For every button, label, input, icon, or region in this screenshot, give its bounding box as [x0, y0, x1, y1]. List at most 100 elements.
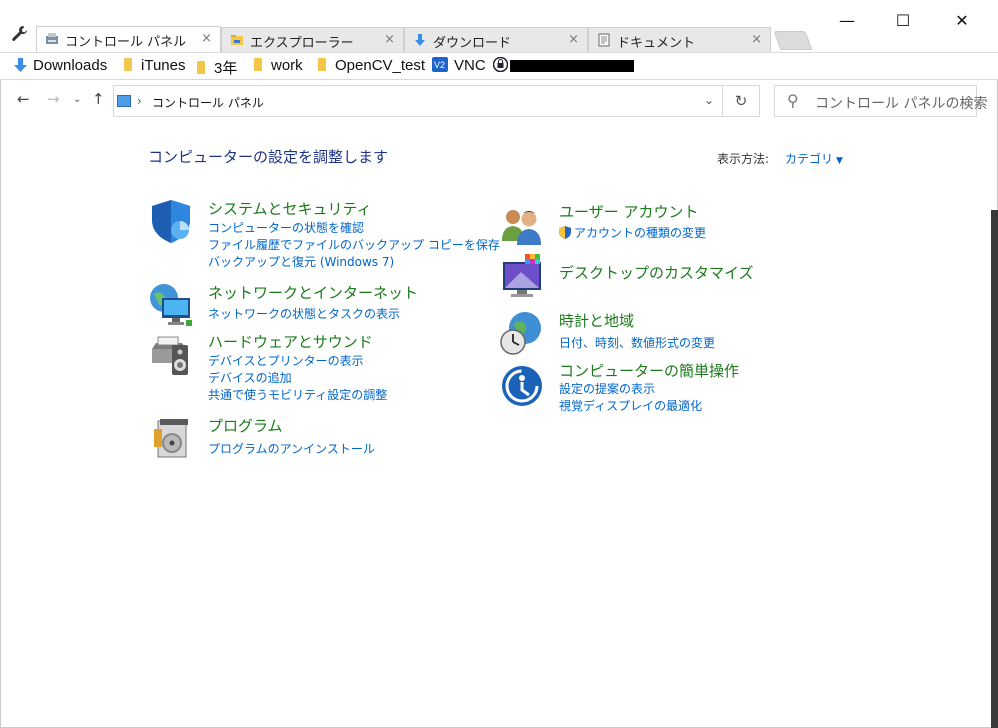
category-link[interactable]: コンピューターの状態を確認: [208, 219, 364, 236]
bookmark-label: iTunes: [141, 57, 186, 74]
control-panel-icon: [45, 32, 59, 46]
close-tab-icon[interactable]: ×: [201, 31, 212, 46]
category-link[interactable]: 視覚ディスプレイの最適化: [559, 397, 702, 414]
bookmark-itunes[interactable]: iTunes: [124, 57, 185, 74]
tab-control-panel[interactable]: コントロール パネル ×: [36, 26, 221, 53]
chevron-down-icon[interactable]: ⌄: [704, 93, 714, 107]
category-link[interactable]: デバイスとプリンターの表示: [208, 352, 364, 369]
category-link[interactable]: ネットワークの状態とタスクの表示: [208, 305, 400, 322]
bookmark-downloads[interactable]: Downloads: [14, 57, 107, 76]
close-tab-icon[interactable]: ×: [384, 32, 395, 47]
refresh-icon: ↻: [734, 92, 748, 110]
folder-icon: [254, 58, 262, 71]
control-panel-icon: [117, 95, 131, 107]
wrench-icon[interactable]: [10, 24, 30, 44]
recent-locations-chevron-icon[interactable]: ⌄: [73, 94, 81, 105]
user-accounts-icon[interactable]: [499, 201, 545, 247]
vnc-icon: V2: [432, 57, 448, 76]
desktop-customize-icon[interactable]: [499, 254, 545, 300]
folder-icon: [124, 58, 132, 71]
network-internet-icon[interactable]: [148, 282, 194, 328]
bookmark-label: OpenCV_test: [335, 57, 426, 74]
tab-explorer[interactable]: エクスプローラー ×: [221, 27, 404, 52]
view-by-value: カテゴリ: [785, 152, 834, 166]
category-desktop-customize: デスクトップのカスタマイズ: [499, 254, 829, 300]
view-by-label: 表示方法:: [717, 152, 770, 166]
category-title[interactable]: コンピューターの簡単操作: [559, 360, 739, 381]
category-title[interactable]: 時計と地域: [559, 310, 634, 331]
category-link[interactable]: 日付、時刻、数値形式の変更: [559, 334, 715, 351]
address-bar[interactable]: › コントロール パネル ⌄: [113, 85, 723, 117]
category-link[interactable]: デバイスの追加: [208, 369, 292, 386]
svg-text:V2: V2: [434, 60, 445, 70]
tab-downloads[interactable]: ダウンロード ×: [404, 27, 588, 52]
category-title[interactable]: システムとセキュリティ: [208, 198, 372, 219]
document-icon: [597, 33, 611, 47]
forward-arrow-icon[interactable]: →: [47, 90, 60, 108]
redacted-bookmark-label: [510, 60, 634, 72]
category-link[interactable]: バックアップと復元 (Windows 7): [208, 253, 394, 270]
category-link-label: アカウントの種類の変更: [574, 226, 707, 240]
caret-down-icon: ▼: [836, 156, 843, 166]
ease-of-access-icon[interactable]: [499, 360, 545, 406]
programs-icon[interactable]: [148, 415, 194, 461]
download-arrow-icon: [413, 33, 427, 47]
background-window-edge: [991, 210, 998, 728]
bookmark-label: Downloads: [33, 57, 108, 74]
system-security-icon[interactable]: [148, 198, 194, 244]
bookmark-3nen[interactable]: 3年: [197, 57, 237, 78]
tab-documents[interactable]: ドキュメント ×: [588, 27, 771, 52]
download-arrow-icon: [14, 58, 27, 76]
category-programs: プログラム プログラムのアンインストール: [148, 415, 478, 461]
category-link[interactable]: 共通で使うモビリティ設定の調整: [208, 386, 387, 403]
category-title[interactable]: デスクトップのカスタマイズ: [559, 262, 754, 283]
explorer-folder-icon: [230, 33, 244, 47]
category-link[interactable]: 設定の提案の表示: [559, 380, 655, 397]
category-system-security: システムとセキュリティ コンピューターの状態を確認 ファイル履歴でファイルのバッ…: [148, 198, 500, 270]
category-link[interactable]: プログラムのアンインストール: [208, 440, 375, 457]
bookmark-work[interactable]: work: [254, 57, 303, 74]
bookmark-label: work: [271, 57, 303, 74]
category-title[interactable]: ネットワークとインターネット: [208, 282, 418, 303]
bookmark-label: VNC: [454, 57, 486, 74]
category-title[interactable]: ユーザー アカウント: [559, 201, 698, 222]
bookmark-opencv[interactable]: OpenCV_test: [318, 57, 425, 74]
clock-region-icon[interactable]: [499, 310, 545, 356]
breadcrumb-control-panel[interactable]: コントロール パネル: [152, 94, 264, 111]
category-clock-region: 時計と地域 日付、時刻、数値形式の変更: [499, 310, 829, 358]
search-box[interactable]: ⚲ コントロール パネルの検索: [774, 85, 987, 117]
category-link[interactable]: アカウントの種類の変更: [559, 224, 706, 241]
bookmark-label: 3年: [214, 60, 238, 77]
refresh-button[interactable]: ↻: [723, 85, 760, 117]
tab-label: ダウンロード: [433, 36, 512, 51]
hardware-sound-icon[interactable]: [148, 331, 194, 377]
close-tab-icon[interactable]: ×: [568, 32, 579, 47]
uac-shield-icon: [559, 226, 571, 239]
view-by-dropdown[interactable]: カテゴリ ▼: [785, 150, 843, 167]
folder-icon: [318, 58, 326, 71]
search-icon: ⚲: [787, 91, 799, 110]
category-user-accounts: ユーザー アカウント アカウントの種類の変更: [499, 201, 829, 245]
minimize-button[interactable]: —: [832, 10, 862, 32]
tab-label: エクスプローラー: [250, 36, 354, 51]
bookmark-vnc[interactable]: V2 VNC: [432, 57, 486, 76]
bookmarks-bar: Downloads iTunes 3年 work OpenCV_test V2 V…: [0, 52, 998, 80]
category-hardware-sound: ハードウェアとサウンド デバイスとプリンターの表示 デバイスの追加 共通で使うモ…: [148, 331, 478, 403]
breadcrumb-chevron-icon[interactable]: ›: [137, 94, 142, 108]
category-link[interactable]: ファイル履歴でファイルのバックアップ コピーを保存: [208, 236, 500, 253]
category-network-internet: ネットワークとインターネット ネットワークの状態とタスクの表示: [148, 282, 478, 326]
folder-icon: [197, 61, 205, 74]
up-arrow-icon[interactable]: ↑: [92, 90, 105, 108]
category-ease-of-access: コンピューターの簡単操作 設定の提案の表示 視覚ディスプレイの最適化: [499, 360, 829, 414]
close-tab-icon[interactable]: ×: [751, 32, 762, 47]
tab-label: コントロール パネル: [65, 35, 187, 50]
close-button[interactable]: ✕: [947, 10, 977, 32]
new-tab-button[interactable]: [773, 31, 813, 50]
tab-label: ドキュメント: [617, 36, 696, 51]
maximize-button[interactable]: ☐: [888, 10, 918, 32]
globe-lock-icon: [492, 56, 509, 76]
category-title[interactable]: ハードウェアとサウンド: [208, 331, 373, 352]
tab-strip: コントロール パネル × エクスプローラー × ダウンロード × ドキュメント …: [0, 0, 998, 53]
back-arrow-icon[interactable]: ←: [17, 90, 30, 108]
category-title[interactable]: プログラム: [208, 415, 283, 436]
